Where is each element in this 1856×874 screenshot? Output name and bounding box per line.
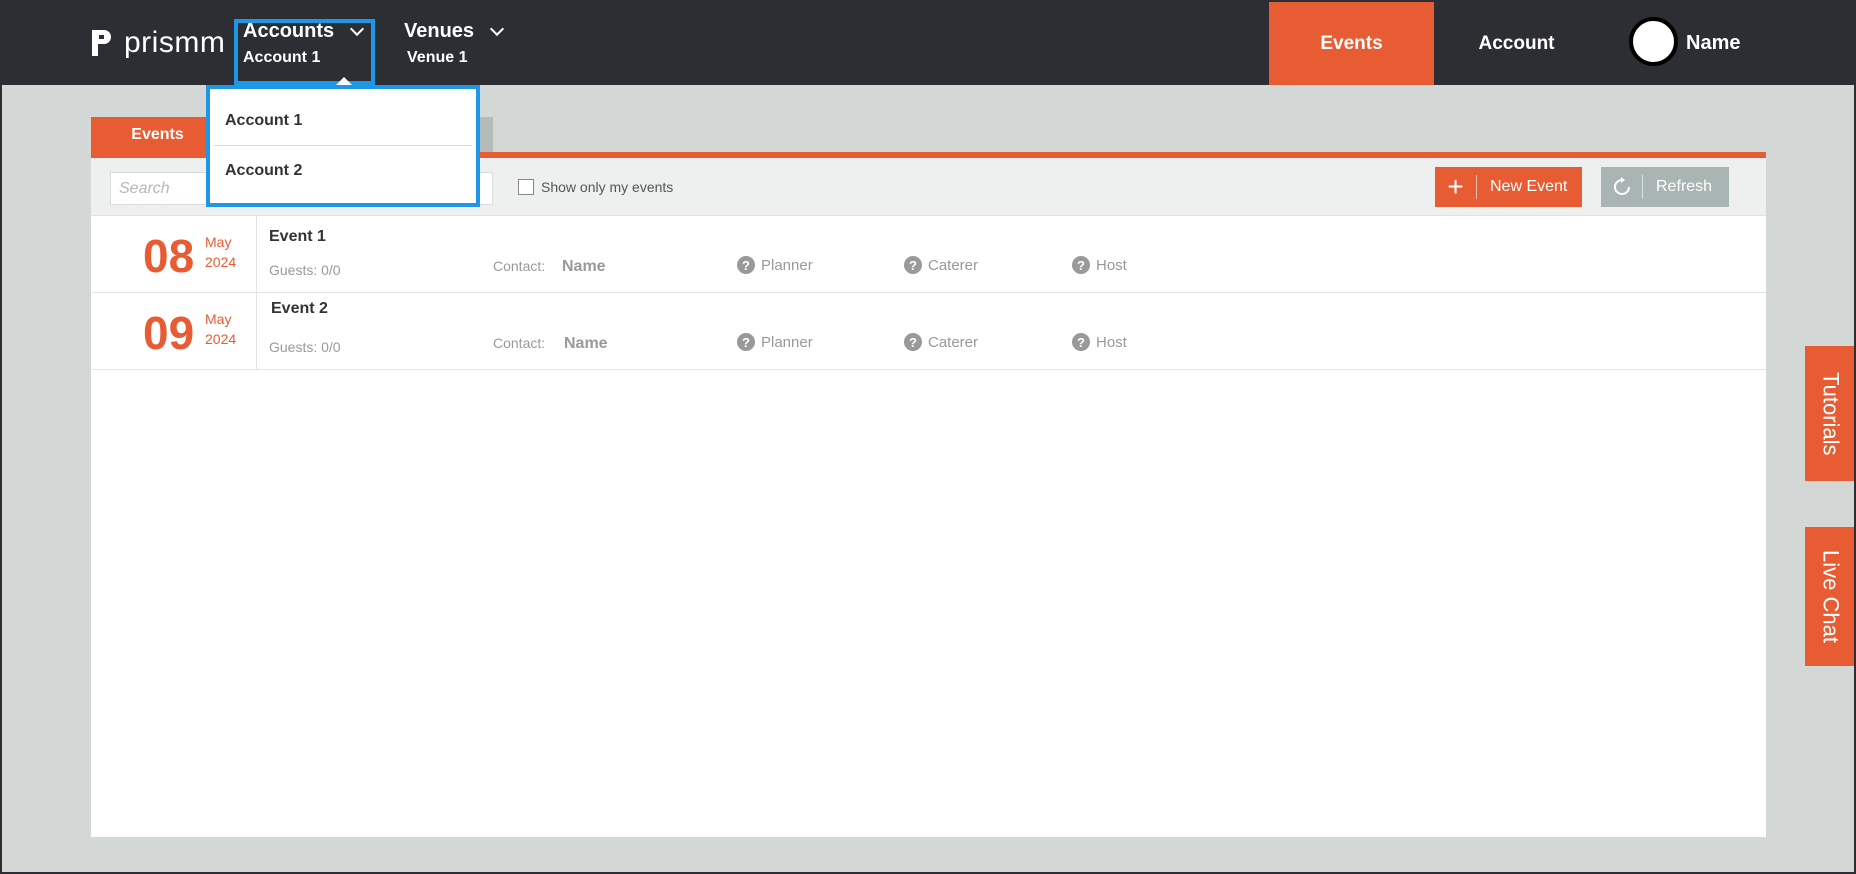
venues-dropdown-toggle[interactable]: Venues Venue 1 xyxy=(404,20,505,67)
event-month: May xyxy=(205,234,232,250)
role-label: Caterer xyxy=(928,256,979,274)
event-guests: Guests: 0/0 xyxy=(269,262,341,278)
user-name[interactable]: Name xyxy=(1686,32,1740,55)
question-icon: ? xyxy=(737,333,755,351)
logo-text: prismm xyxy=(124,26,226,59)
refresh-icon xyxy=(1601,175,1643,199)
event-day: 09 xyxy=(143,307,195,359)
refresh-button[interactable]: Refresh xyxy=(1601,167,1729,207)
event-guests: Guests: 0/0 xyxy=(269,339,341,355)
tutorials-tab[interactable]: Tutorials xyxy=(1805,346,1856,481)
question-icon: ? xyxy=(904,256,922,274)
new-event-label: New Event xyxy=(1490,178,1568,195)
role-caterer[interactable]: ? Caterer xyxy=(904,333,978,351)
top-tab-account[interactable]: Account xyxy=(1434,2,1599,85)
dropdown-caret xyxy=(336,77,352,85)
prismm-logo[interactable]: prismm xyxy=(90,26,225,60)
event-month: May xyxy=(205,311,232,327)
role-planner[interactable]: ? Planner xyxy=(737,256,813,274)
show-only-my-events-checkbox[interactable] xyxy=(518,179,534,195)
event-day: 08 xyxy=(143,230,195,282)
question-icon: ? xyxy=(1072,333,1090,351)
live-chat-tab[interactable]: Live Chat xyxy=(1805,527,1856,666)
role-host[interactable]: ? Host xyxy=(1072,333,1127,351)
tab-events[interactable]: Events xyxy=(91,117,224,152)
top-navigation-bar: prismm Accounts Account 1 Venues Venue 1… xyxy=(0,0,1856,85)
question-icon: ? xyxy=(904,333,922,351)
top-tab-events[interactable]: Events xyxy=(1269,2,1434,85)
role-label: Planner xyxy=(761,333,813,351)
venues-label: Venues xyxy=(404,20,475,42)
row-divider xyxy=(256,216,257,293)
accounts-highlight-box xyxy=(234,19,375,85)
event-name[interactable]: Event 1 xyxy=(269,228,326,246)
event-year: 2024 xyxy=(205,331,237,347)
live-chat-label: Live Chat xyxy=(1818,550,1844,643)
avatar[interactable] xyxy=(1629,17,1678,66)
role-host[interactable]: ? Host xyxy=(1072,256,1127,274)
contact-label: Contact: xyxy=(493,258,546,274)
tutorials-label: Tutorials xyxy=(1818,371,1844,456)
role-label: Host xyxy=(1096,256,1127,274)
event-row[interactable]: 09 May 2024 Event 2 Guests: 0/0 Contact:… xyxy=(91,293,1766,370)
question-icon: ? xyxy=(1072,256,1090,274)
role-label: Caterer xyxy=(928,333,979,351)
role-label: Host xyxy=(1096,333,1127,351)
role-planner[interactable]: ? Planner xyxy=(737,333,813,351)
venues-selected: Venue 1 xyxy=(407,49,468,66)
chevron-down-icon xyxy=(489,21,505,36)
plus-icon: + xyxy=(1435,171,1477,202)
contact-name: Name xyxy=(564,335,608,352)
events-panel: Show only my events + New Event Refresh … xyxy=(91,158,1766,837)
role-label: Planner xyxy=(761,256,813,274)
dropdown-item-account-2[interactable]: Account 2 xyxy=(214,146,472,196)
row-divider xyxy=(256,293,257,370)
question-icon: ? xyxy=(737,256,755,274)
event-row[interactable]: 08 May 2024 Event 1 Guests: 0/0 Contact:… xyxy=(91,216,1766,293)
show-only-my-events[interactable]: Show only my events xyxy=(518,179,673,195)
new-event-button[interactable]: + New Event xyxy=(1435,167,1582,207)
role-caterer[interactable]: ? Caterer xyxy=(904,256,978,274)
prismm-logo-icon xyxy=(92,30,111,56)
event-year: 2024 xyxy=(205,254,237,270)
contact-label: Contact: xyxy=(493,335,546,351)
accounts-dropdown-menu: Account 1 Account 2 xyxy=(206,77,480,207)
dropdown-item-account-1[interactable]: Account 1 xyxy=(214,96,472,146)
show-only-my-events-label: Show only my events xyxy=(541,179,674,195)
event-name[interactable]: Event 2 xyxy=(271,300,328,318)
contact-name: Name xyxy=(562,258,606,275)
refresh-label: Refresh xyxy=(1656,178,1713,195)
